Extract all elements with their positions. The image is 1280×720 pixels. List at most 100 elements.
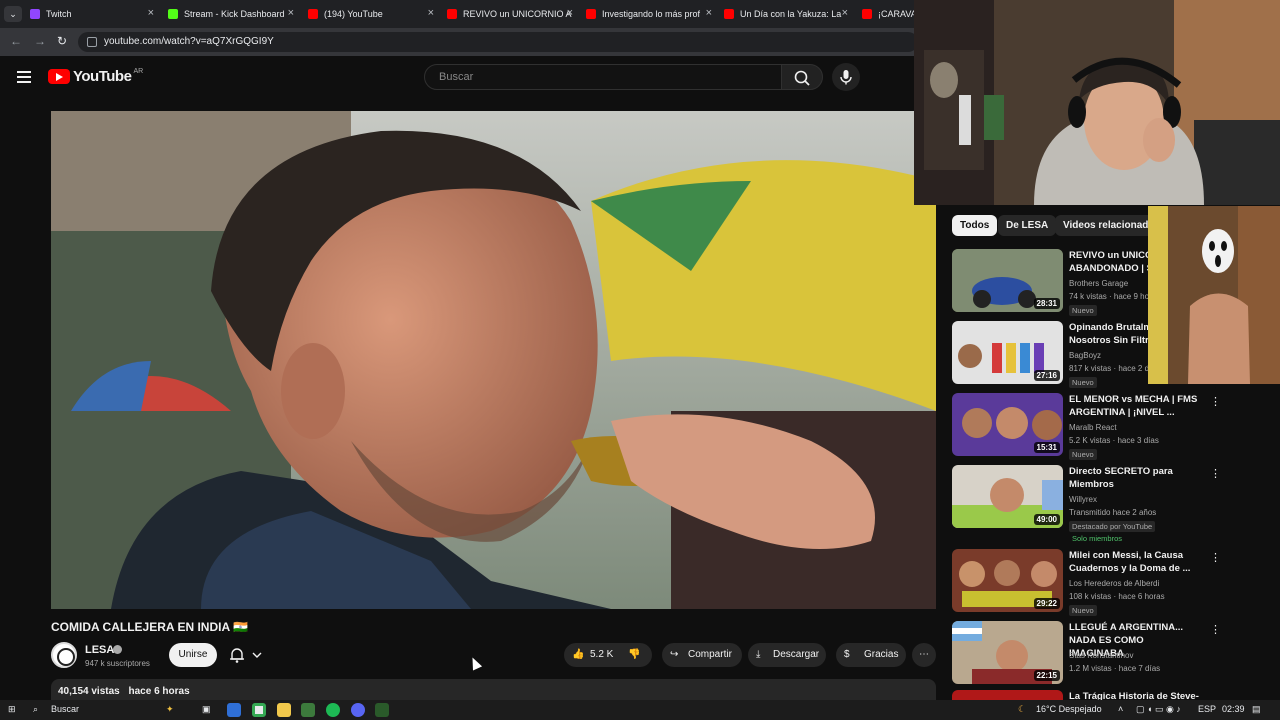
url-text: youtube.com/watch?v=aQ7XrGQGI9Y [104,36,274,47]
tab-youtube-home[interactable]: (194) YouTube × [308,4,438,24]
weather-text[interactable]: 16°C Despejado [1036,704,1102,714]
tab-kick[interactable]: Stream - Kick Dashboard × [168,4,298,24]
search-input[interactable]: Buscar [424,64,782,90]
notifications-button[interactable] [223,643,269,667]
channel-name[interactable]: LESA [85,644,114,656]
file-explorer-icon[interactable] [277,703,291,717]
tray-icons[interactable]: ▢ ◖ ▭ ◉ ♪ [1136,704,1181,715]
video-thumbnail[interactable]: 29:22 [952,549,1063,612]
recommendation-item[interactable]: La Trágica Historia de Steve-O y [952,690,1222,700]
new-badge: Nuevo [1069,377,1097,388]
recommendation-item[interactable]: 49:00 Directo SECRETO para Miembros Will… [952,465,1222,543]
youtube-icon [862,9,872,19]
spotify-icon[interactable] [326,703,340,717]
recommendation-channel[interactable]: BagBoyz [1069,351,1101,360]
streamer-webcam [914,0,1280,205]
taskbar-search-label[interactable]: Buscar [51,704,79,714]
recommendation-channel[interactable]: Stas Konstantinov [1069,651,1133,660]
tray-chevron-icon[interactable]: ˄ [1118,704,1123,714]
clock[interactable]: 02:39 [1222,704,1245,714]
more-options-icon[interactable]: ⋮ [1210,623,1221,636]
tab-twitch[interactable]: Twitch × [30,4,158,24]
forward-arrow-icon[interactable]: → [34,34,46,48]
recommendation-title[interactable]: EL MENOR vs MECHA | FMS ARGENTINA | ¡NIV… [1069,393,1199,419]
moon-icon: ☾ [1018,704,1027,714]
more-options-icon[interactable]: ⋮ [1210,467,1221,480]
thumbs-up-icon[interactable]: 👍 [572,643,584,667]
recommendation-title[interactable]: Directo SECRETO para Miembros [1069,465,1199,491]
back-arrow-icon[interactable]: ← [10,34,22,48]
featured-badge: Destacado por YouTube [1069,521,1156,532]
menu-icon[interactable] [17,71,31,83]
video-thumbnail[interactable]: 15:31 [952,393,1063,456]
tab-investigando[interactable]: Investigando lo más prof × [586,4,716,24]
recommendation-channel[interactable]: Brothers Garage [1069,279,1128,288]
discord-icon[interactable] [351,703,365,717]
recommendation-title[interactable]: Milei con Messi, la Causa Cuadernos y la… [1069,549,1199,575]
youtube-icon [308,9,318,19]
video-thumbnail[interactable]: 22:15 [952,621,1063,684]
download-button[interactable]: ⤓ Descargar [748,643,826,667]
video-thumbnail[interactable]: 28:31 [952,249,1063,312]
search-icon[interactable]: ⌕ [33,704,38,715]
tab-unicornio[interactable]: REVIVO un UNICORNIO A × [447,4,577,24]
search-button[interactable] [781,64,823,90]
more-actions-icon[interactable]: ⋯ [912,643,936,667]
secondary-webcam [1148,206,1280,384]
more-options-icon[interactable]: ⋮ [1210,551,1221,564]
more-options-icon[interactable]: ⋮ [1210,395,1221,408]
close-icon[interactable]: × [567,7,573,19]
recommendation-channel[interactable]: Los Herederos de Alberdi [1069,579,1159,588]
site-info-icon[interactable] [87,37,97,47]
tab-search-icon[interactable]: ⌄ [4,6,22,22]
close-icon[interactable]: × [148,7,154,19]
task-view-icon[interactable]: ▣ [202,704,211,715]
recommendation-channel[interactable]: Maralb React [1069,423,1117,432]
tab-caravan[interactable]: ¡CARAVAN [862,4,914,24]
share-button[interactable]: ↪ Compartir [662,643,742,667]
close-icon[interactable]: × [842,7,848,19]
video-player[interactable] [51,111,936,609]
voice-search-button[interactable] [832,63,860,91]
language-indicator[interactable]: ESP [1198,704,1216,714]
chip-all[interactable]: Todos [952,215,998,236]
recommendation-meta: Transmitido hace 2 años [1069,508,1157,517]
store-icon[interactable] [301,703,315,717]
video-thumbnail[interactable]: 49:00 [952,465,1063,528]
chip-from-channel[interactable]: De LESA [998,215,1057,236]
tab-yakuza[interactable]: Un Día con la Yakuza: La × [724,4,852,24]
download-label: Descargar [773,649,820,660]
edge-icon[interactable] [227,703,241,717]
recommendation-item[interactable]: 29:22 Milei con Messi, la Causa Cuaderno… [952,549,1222,619]
youtube-logo[interactable]: YouTube AR [48,68,143,85]
recommendation-title[interactable]: La Trágica Historia de Steve-O y [1069,690,1199,700]
upload-age: hace 6 horas [128,686,190,697]
close-icon[interactable]: × [288,7,294,19]
chrome-icon[interactable] [252,703,266,717]
video-title: COMIDA CALLEJERA EN INDIA 🇮🇳 [51,620,248,634]
notification-icon[interactable]: ▤ [1252,704,1261,715]
recommendation-item[interactable]: 15:31 EL MENOR vs MECHA | FMS ARGENTINA … [952,393,1222,463]
close-icon[interactable]: × [428,7,434,19]
thanks-button[interactable]: $ Gracias [836,643,906,667]
youtube-play-icon [48,69,70,84]
sparkle-icon[interactable]: ✦ [166,704,174,715]
tab-label: REVIVO un UNICORNIO A [463,9,572,19]
super-thanks-icon: $ [844,649,850,660]
thumbs-down-icon[interactable]: 👎 [628,643,640,667]
like-count[interactable]: 5.2 K [590,643,613,667]
video-thumbnail[interactable] [952,690,1063,700]
recommendation-channel[interactable]: Willyrex [1069,495,1097,504]
video-thumbnail[interactable]: 27:16 [952,321,1063,384]
tab-label: Un Día con la Yakuza: La [740,9,842,19]
url-field[interactable]: youtube.com/watch?v=aQ7XrGQGI9Y [78,32,918,52]
download-app-icon[interactable] [375,703,389,717]
video-duration: 29:22 [1033,598,1060,609]
video-duration: 28:31 [1033,298,1060,309]
reload-icon[interactable]: ↻ [57,34,67,48]
channel-avatar[interactable] [51,642,77,668]
close-icon[interactable]: × [706,7,712,19]
windows-start-icon[interactable]: ⊞ [8,704,16,715]
join-button[interactable]: Unirse [169,643,217,667]
recommendation-item[interactable]: 22:15 LLEGUÉ A ARGENTINA... NADA ES COMO… [952,621,1222,691]
